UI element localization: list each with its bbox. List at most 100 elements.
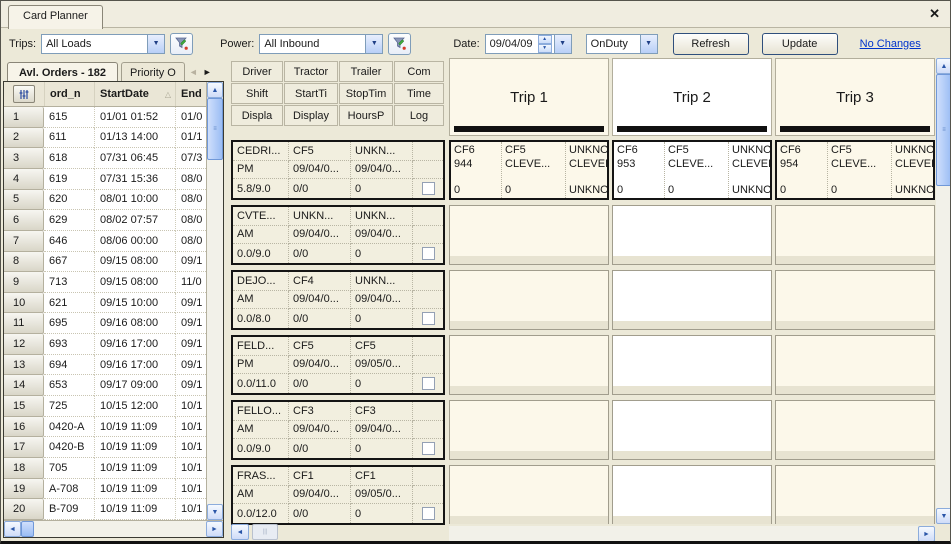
end-date-cell[interactable]: 08/0 (175, 210, 206, 231)
start-date-cell[interactable]: 09/15 08:00 (94, 272, 175, 293)
trips-vscrollbar[interactable]: ▲ ≡ ▼ (936, 58, 951, 524)
start-date-cell[interactable]: 08/01 10:00 (94, 190, 175, 211)
row-header-button[interactable]: 7 (4, 231, 44, 252)
start-date-cell[interactable]: 01/01 01:52 (94, 107, 175, 128)
driver-card[interactable]: FELD...CF5CF5PM09/04/0...09/05/0...0.0/1… (231, 335, 445, 395)
scroll-down-icon[interactable]: ▼ (936, 508, 951, 524)
scroll-up-icon[interactable]: ▲ (207, 82, 223, 98)
end-date-cell[interactable]: 10/1 (175, 437, 206, 458)
driver-card[interactable]: CVTE...UNKN...UNKN...AM09/04/0...09/04/0… (231, 205, 445, 265)
planner-header-shift[interactable]: Shift (231, 83, 283, 104)
start-date-cell[interactable]: 09/17 09:00 (94, 375, 175, 396)
row-header-button[interactable]: 1 (4, 107, 44, 128)
trip-cell-empty[interactable] (612, 270, 772, 330)
start-date-cell[interactable]: 10/19 11:09 (94, 437, 175, 458)
col-header-ord-n[interactable]: ord_n (44, 82, 94, 106)
order-number-cell[interactable]: 629 (44, 210, 94, 231)
order-number-cell[interactable]: 695 (44, 313, 94, 334)
order-number-cell[interactable]: 713 (44, 272, 94, 293)
chevron-down-icon[interactable]: ▼ (640, 35, 657, 53)
order-number-cell[interactable]: 694 (44, 355, 94, 376)
trip-cell-empty[interactable] (612, 400, 772, 460)
power-select[interactable]: All Inbound ▼ (259, 34, 383, 54)
tab-scroll-left-icon[interactable]: ◄ (189, 67, 198, 77)
col-header-startdate[interactable]: StartDate △ (94, 82, 175, 106)
chevron-down-icon[interactable]: ▼ (147, 35, 164, 53)
end-date-cell[interactable]: 09/1 (175, 375, 206, 396)
order-number-cell[interactable]: 615 (44, 107, 94, 128)
tab-priority-orders[interactable]: Priority O (121, 62, 185, 81)
row-header-button[interactable]: 3 (4, 148, 44, 169)
trip-cell-empty[interactable] (449, 270, 609, 330)
driver-card[interactable]: FELLO...CF3CF3AM09/04/0...09/04/0...0.0/… (231, 400, 445, 460)
order-number-cell[interactable]: 620 (44, 190, 94, 211)
row-header-button[interactable]: 8 (4, 252, 44, 273)
planner-header-time[interactable]: Time (394, 83, 444, 104)
grid-options-button[interactable] (13, 85, 35, 103)
end-date-cell[interactable]: 09/1 (175, 355, 206, 376)
planner-hscrollbar[interactable]: ◄ ||| (231, 524, 278, 540)
trip-cell-empty[interactable] (612, 335, 772, 395)
start-date-cell[interactable]: 08/02 07:57 (94, 210, 175, 231)
end-date-cell[interactable]: 10/1 (175, 479, 206, 500)
end-date-cell[interactable]: 07/3 (175, 148, 206, 169)
planner-header-tractor[interactable]: Tractor (284, 61, 338, 82)
row-header-button[interactable]: 16 (4, 417, 44, 438)
row-header-button[interactable]: 13 (4, 355, 44, 376)
start-date-cell[interactable]: 10/19 11:09 (94, 417, 175, 438)
order-number-cell[interactable]: 646 (44, 231, 94, 252)
order-number-cell[interactable]: 0420-A (44, 417, 94, 438)
driver-card[interactable]: FRAS...CF1CF1AM09/04/0...09/05/0...0.0/1… (231, 465, 445, 525)
row-header-button[interactable]: 2 (4, 128, 44, 149)
order-number-cell[interactable]: 725 (44, 396, 94, 417)
trip-cell[interactable]: CF69540CF5CLEVE...0UNKNOWNCLEVELA..UNKNO… (775, 140, 935, 200)
planner-header-stoptim[interactable]: StopTim (339, 83, 393, 104)
power-filter-button[interactable] (388, 33, 411, 55)
card-checkbox[interactable] (422, 507, 435, 520)
end-date-cell[interactable]: 10/1 (175, 417, 206, 438)
start-date-cell[interactable]: 10/19 11:09 (94, 458, 175, 479)
start-date-cell[interactable]: 10/19 11:09 (94, 499, 175, 520)
start-date-cell[interactable]: 07/31 06:45 (94, 148, 175, 169)
chevron-down-icon[interactable]: ▼ (365, 35, 382, 53)
row-header-button[interactable]: 19 (4, 479, 44, 500)
scroll-left-icon[interactable]: ◄ (4, 521, 21, 537)
driver-card[interactable]: DEJO...CF4UNKN...AM09/04/0...09/04/0...0… (231, 270, 445, 330)
end-date-cell[interactable]: 10/1 (175, 458, 206, 479)
scroll-right-icon[interactable]: ► (918, 526, 935, 542)
card-checkbox[interactable] (422, 182, 435, 195)
trip-cell-empty[interactable] (449, 465, 609, 524)
order-number-cell[interactable]: B-709 (44, 499, 94, 520)
start-date-cell[interactable]: 07/31 15:36 (94, 169, 175, 190)
scroll-down-icon[interactable]: ▼ (207, 504, 223, 520)
card-checkbox[interactable] (422, 377, 435, 390)
row-header-button[interactable]: 6 (4, 210, 44, 231)
orders-vscrollbar[interactable]: ▲ ≡ ▼ (206, 82, 223, 520)
trip-cell-empty[interactable] (775, 465, 935, 524)
vscroll-thumb[interactable]: ≡ (207, 98, 223, 160)
row-header-button[interactable]: 5 (4, 190, 44, 211)
row-header-button[interactable]: 15 (4, 396, 44, 417)
scroll-right-icon[interactable]: ► (206, 521, 223, 537)
hscroll-track[interactable] (34, 521, 206, 537)
refresh-button[interactable]: Refresh (673, 33, 749, 55)
row-header-button[interactable]: 20 (4, 499, 44, 520)
trip-cell[interactable]: CF69440CF5CLEVE...0UNKNOWNCLEVELA..UNKNO… (449, 140, 609, 200)
start-date-cell[interactable]: 09/16 17:00 (94, 355, 175, 376)
planner-header-trailer[interactable]: Trailer (339, 61, 393, 82)
trip-cell-empty[interactable] (612, 465, 772, 524)
order-number-cell[interactable]: 621 (44, 293, 94, 314)
trips-select[interactable]: All Loads ▼ (41, 34, 165, 54)
trip-cell-empty[interactable] (775, 400, 935, 460)
trips-filter-button[interactable] (170, 33, 193, 55)
row-header-button[interactable]: 12 (4, 334, 44, 355)
planner-header-startti[interactable]: StartTi (284, 83, 338, 104)
start-date-cell[interactable]: 01/13 14:00 (94, 128, 175, 149)
end-date-cell[interactable]: 09/1 (175, 334, 206, 355)
order-number-cell[interactable]: 653 (44, 375, 94, 396)
order-number-cell[interactable]: 619 (44, 169, 94, 190)
trip-cell[interactable]: CF69530CF5CLEVE...0UNKNOWNCLEVELA..UNKNO… (612, 140, 772, 200)
end-date-cell[interactable]: 09/1 (175, 252, 206, 273)
date-picker[interactable]: 09/04/09 ▲ ▼ ▼ (485, 34, 572, 54)
row-header-button[interactable]: 4 (4, 169, 44, 190)
